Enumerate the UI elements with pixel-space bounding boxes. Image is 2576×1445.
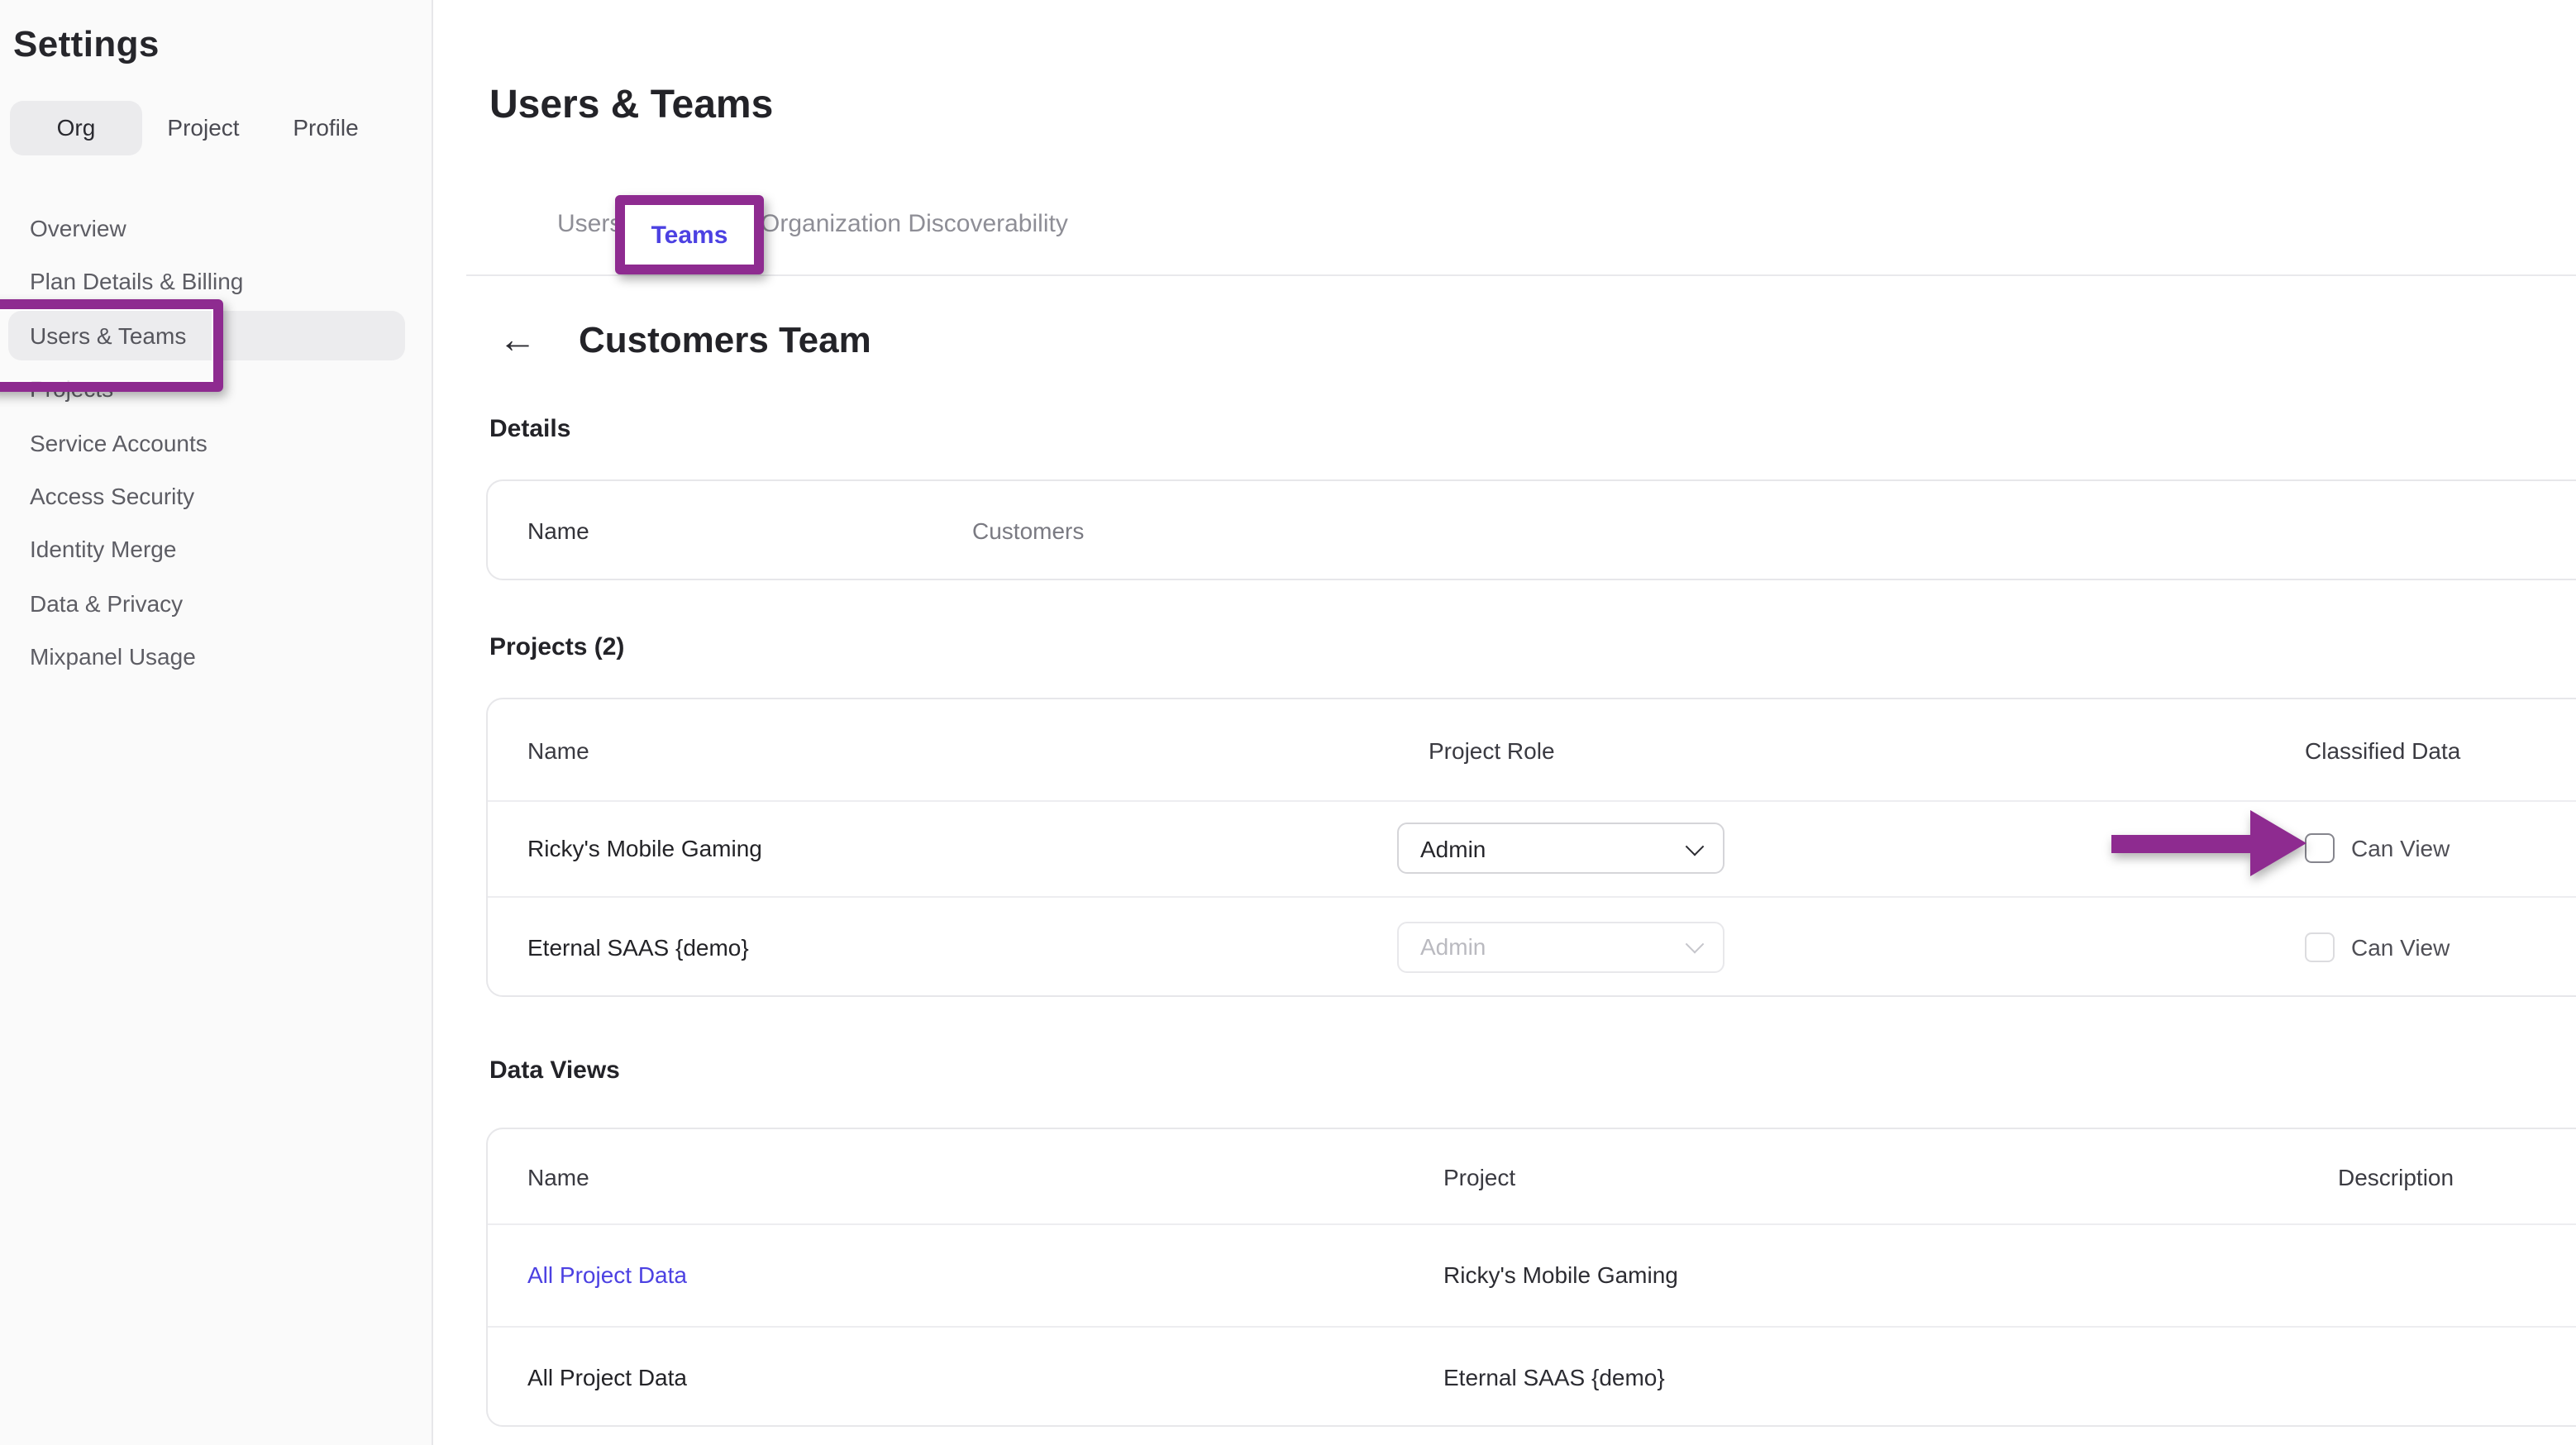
- page-title: Users & Teams: [489, 83, 773, 129]
- sidebar-item-data-privacy[interactable]: Data & Privacy: [30, 587, 183, 620]
- settings-sidebar: Settings Org Project Profile Overview Pl…: [0, 0, 433, 1445]
- project-role-select-disabled: Admin: [1397, 921, 1724, 972]
- data-views-heading: Data Views: [489, 1056, 620, 1085]
- details-card: Name Customers: [486, 479, 2576, 580]
- project-role-select[interactable]: Admin: [1397, 823, 1724, 874]
- projects-header-row: Name Project Role Classified Data: [488, 699, 2576, 802]
- tab-users[interactable]: Users: [557, 210, 622, 238]
- team-title: Customers Team: [579, 319, 871, 362]
- col-header-name: Name: [527, 737, 589, 763]
- col-header-project-role: Project Role: [1429, 737, 1555, 763]
- project-role-value: Admin: [1420, 835, 1486, 861]
- sidebar-item-service-accounts[interactable]: Service Accounts: [30, 427, 208, 460]
- can-view-label: Can View: [2351, 835, 2450, 861]
- col-header-name: Name: [527, 1163, 589, 1190]
- projects-heading: Projects (2): [489, 633, 624, 661]
- classified-data-cell: Can View: [2305, 833, 2450, 863]
- table-row: All Project Data Eternal SAAS {demo}: [488, 1326, 2576, 1427]
- data-view-project: Eternal SAAS {demo}: [1443, 1363, 1665, 1390]
- sidebar-item-access-security[interactable]: Access Security: [30, 479, 194, 513]
- scope-tab-org[interactable]: Org: [10, 101, 142, 155]
- projects-table: Name Project Role Classified Data Ricky'…: [486, 698, 2576, 997]
- scope-tab-project[interactable]: Project: [142, 101, 265, 155]
- tab-organization-discoverability[interactable]: Organization Discoverability: [761, 210, 1068, 238]
- details-name-label: Name: [527, 517, 589, 543]
- details-row: Name Customers: [488, 481, 2576, 579]
- classified-data-cell: Can View: [2305, 932, 2450, 961]
- can-view-label: Can View: [2351, 933, 2450, 960]
- sidebar-item-projects[interactable]: Projects: [30, 372, 113, 405]
- col-header-description: Description: [2338, 1163, 2454, 1190]
- annotation-box-teams-tab: Teams: [615, 195, 764, 274]
- tabs-divider: [466, 274, 2576, 276]
- sidebar-item-identity-merge[interactable]: Identity Merge: [30, 532, 176, 565]
- details-heading: Details: [489, 415, 570, 443]
- can-view-checkbox[interactable]: [2305, 833, 2335, 863]
- data-views-table: Name Project Description All Project Dat…: [486, 1128, 2576, 1427]
- scope-tab-profile[interactable]: Profile: [265, 101, 387, 155]
- table-row: Ricky's Mobile Gaming Admin Can View: [488, 800, 2576, 898]
- project-role-value: Admin: [1420, 933, 1486, 960]
- can-view-checkbox[interactable]: [2305, 932, 2335, 961]
- sidebar-item-users-teams[interactable]: Users & Teams: [30, 319, 186, 352]
- details-name-value: Customers: [972, 517, 1084, 543]
- sidebar-item-plan-billing[interactable]: Plan Details & Billing: [30, 265, 243, 298]
- table-row: All Project Data Ricky's Mobile Gaming: [488, 1223, 2576, 1328]
- data-view-project: Ricky's Mobile Gaming: [1443, 1261, 1678, 1288]
- settings-title: Settings: [13, 23, 160, 66]
- data-views-header-row: Name Project Description: [488, 1129, 2576, 1225]
- settings-page: Settings Org Project Profile Overview Pl…: [0, 0, 2576, 1445]
- sidebar-item-mixpanel-usage[interactable]: Mixpanel Usage: [30, 640, 196, 673]
- chevron-down-icon: [1686, 837, 1705, 856]
- data-view-name-link[interactable]: All Project Data: [527, 1261, 687, 1288]
- col-header-project: Project: [1443, 1163, 1515, 1190]
- project-name: Eternal SAAS {demo}: [527, 933, 749, 960]
- settings-scope-tabs: Org Project Profile: [10, 101, 387, 155]
- tab-teams[interactable]: Teams: [651, 221, 728, 249]
- chevron-down-icon: [1686, 935, 1705, 954]
- back-arrow-icon[interactable]: ←: [496, 317, 539, 360]
- table-row: Eternal SAAS {demo} Admin Can View: [488, 896, 2576, 997]
- col-header-classified-data: Classified Data: [2305, 737, 2460, 763]
- sidebar-item-overview[interactable]: Overview: [30, 212, 126, 245]
- project-name: Ricky's Mobile Gaming: [527, 835, 762, 861]
- data-view-name: All Project Data: [527, 1363, 687, 1390]
